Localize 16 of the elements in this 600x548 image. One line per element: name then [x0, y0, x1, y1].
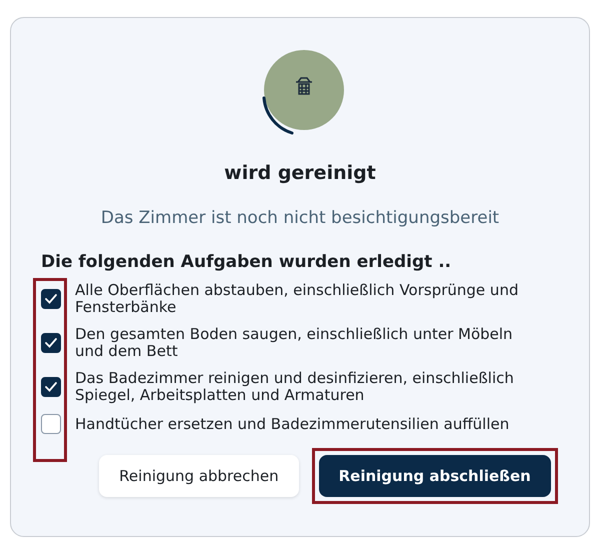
checkbox[interactable] [41, 377, 61, 397]
finish-button[interactable]: Reinigung abschließen [318, 455, 551, 497]
checklist-heading: Die folgenden Aufgaben wurden erledigt .. [41, 252, 452, 272]
check-icon [44, 293, 58, 305]
checkbox[interactable] [41, 414, 61, 434]
cancel-button[interactable]: Reinigung abbrechen [99, 455, 299, 497]
task-label: Den gesamten Boden saugen, einschließlich unter Möbeln und dem Bett [75, 326, 514, 360]
check-icon [44, 381, 58, 393]
status-title: wird gereinigt [224, 162, 376, 184]
check-icon [44, 337, 58, 349]
task-label: Handtücher ersetzen und Badezimmerutensilien auffüllen [75, 416, 510, 432]
task-label: Alle Oberflächen abstauben, einschließlich Vorsprünge und Fensterbänke [75, 282, 520, 316]
checkbox[interactable] [41, 333, 61, 353]
status-message: Das Zimmer ist noch nicht besichtigungsbereit [100, 208, 500, 228]
task-label: Das Badezimmer reinigen und desinfizieren, einschließlich Spiegel, Arbeitsplatten und Armaturen [75, 370, 515, 404]
checkbox[interactable] [41, 289, 61, 309]
